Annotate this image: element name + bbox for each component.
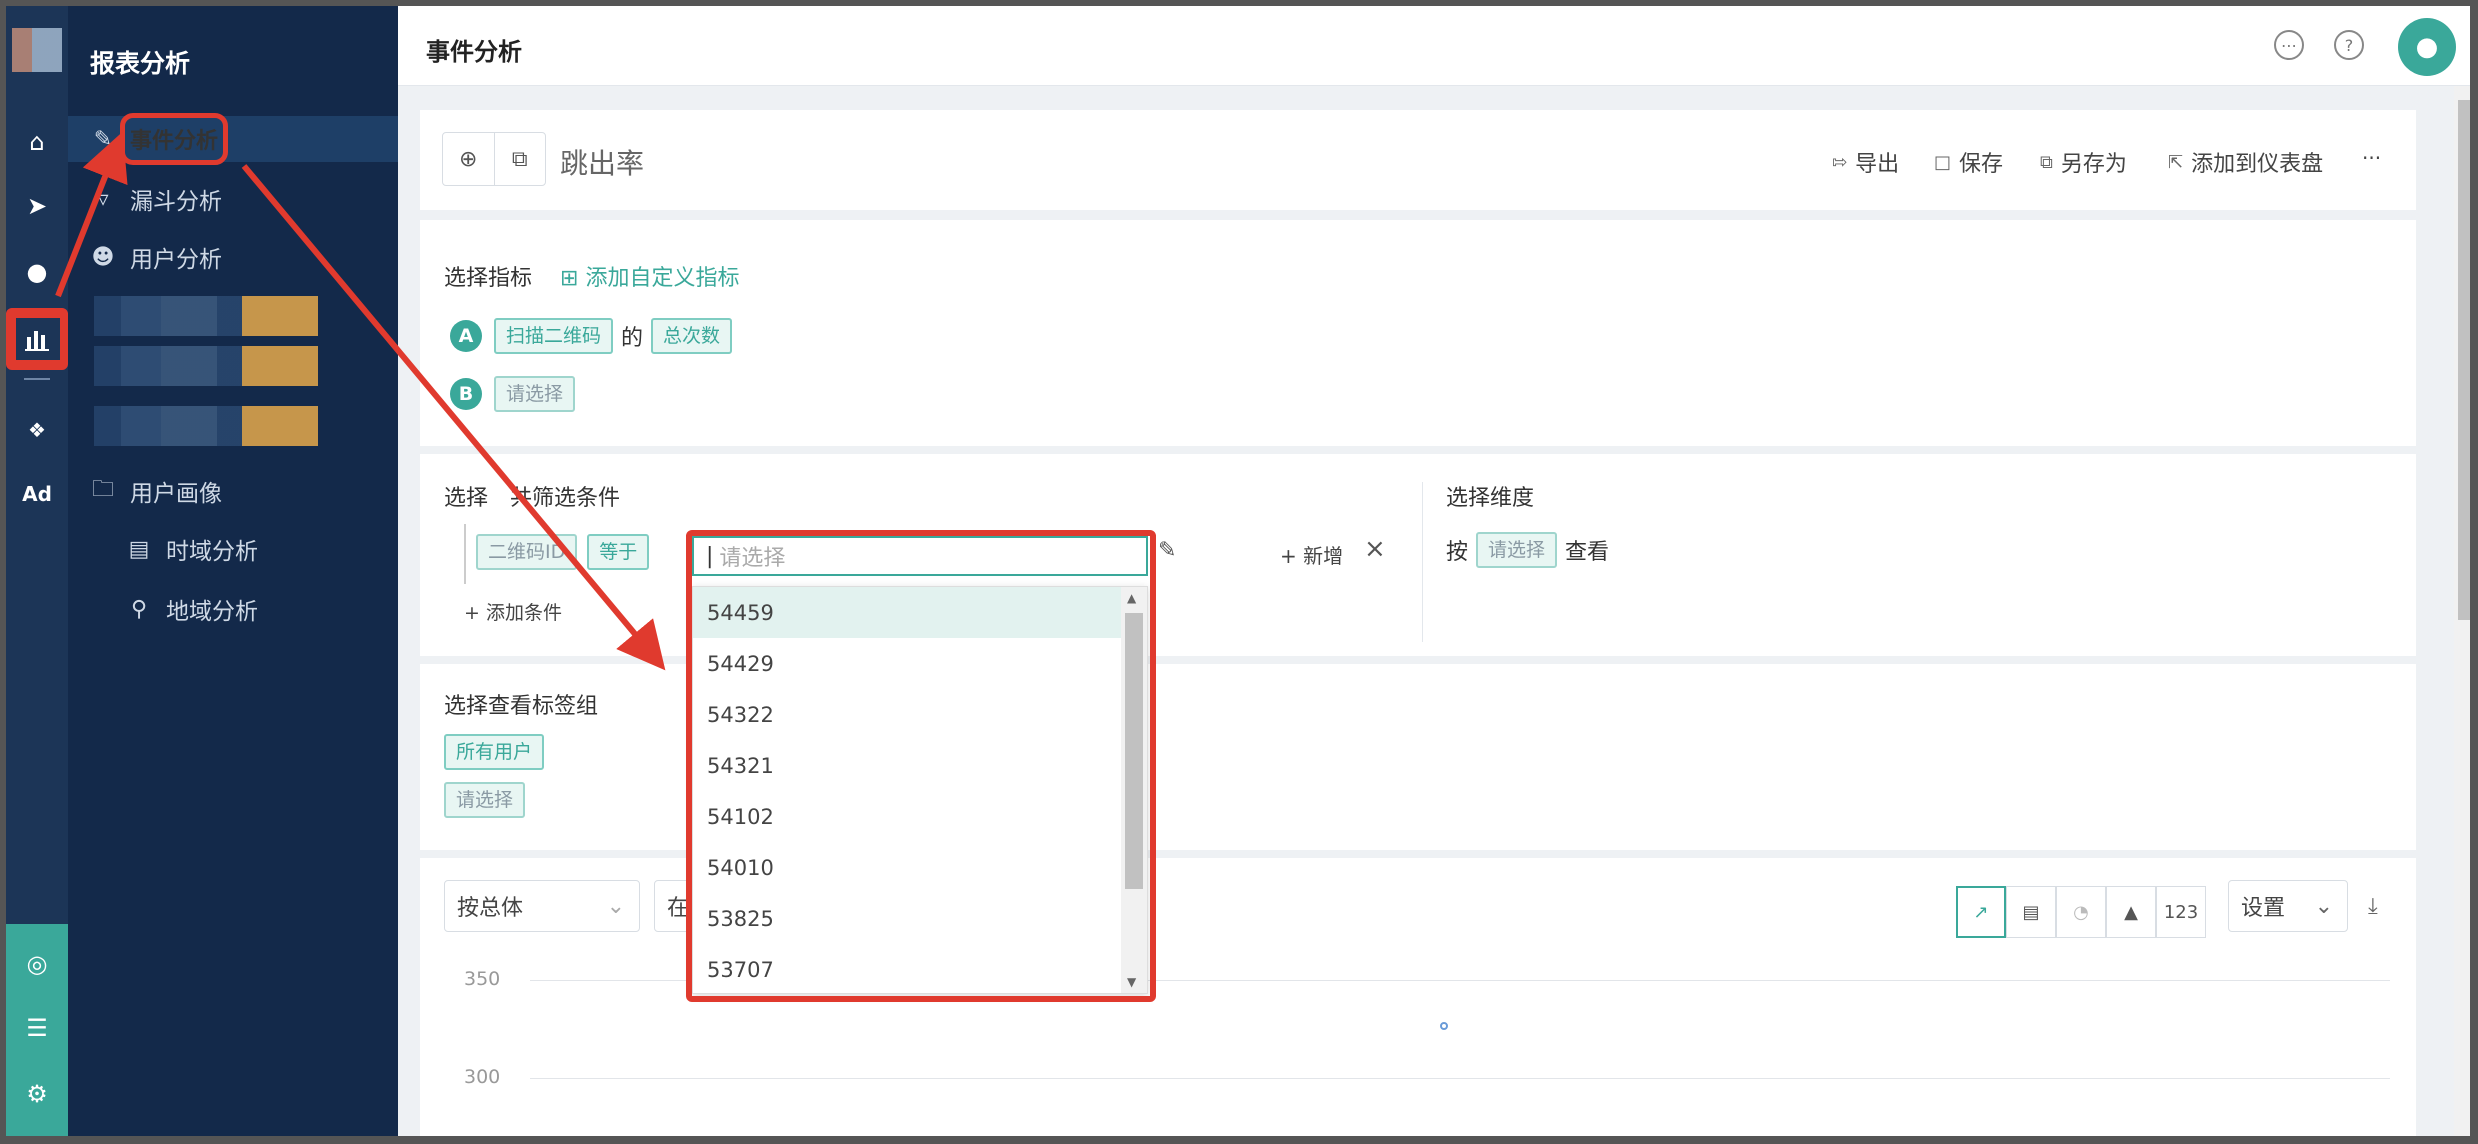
annotation-arrows (55, 131, 666, 671)
annotation-arrow (55, 131, 128, 298)
annotation-arrow (241, 164, 666, 671)
app-window: ⌂ ➤ ● ❖ Ad ◎ ☰ ⚙ 报表分析 ✎ 事件分析 ▿ 漏斗分析 ☻ 用户… (0, 0, 2478, 1144)
